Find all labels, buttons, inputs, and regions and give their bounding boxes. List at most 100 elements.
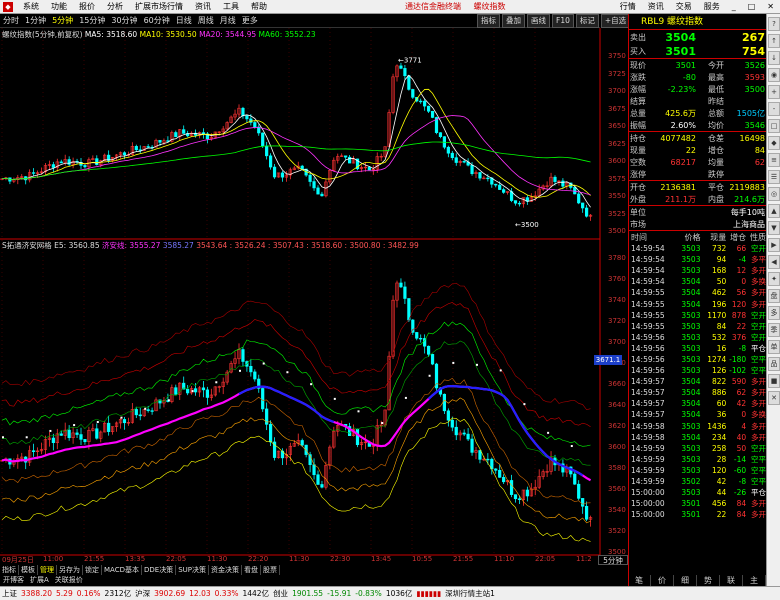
close-icon[interactable]: ✕ [761,0,780,14]
period-tab[interactable]: 分时 [0,15,22,26]
add-watchlist-button[interactable]: +自选 [600,14,631,28]
tab-service[interactable]: 服务 [698,0,726,14]
ask-row: 卖出 3504 267 [629,30,766,44]
ind-tab[interactable]: 指标 [0,565,19,575]
draw-button[interactable]: 画线 [527,14,550,28]
side-tool-icon[interactable]: ▲ [768,204,780,218]
tick-row: 14:59:59 3503 28 -14 空平 [629,454,766,465]
side-tool-icon[interactable]: ◆ [768,136,780,150]
side-tool-icon[interactable]: ↓ [768,51,780,65]
side-tool-icon[interactable]: 季 [768,323,780,337]
menu-item[interactable]: 工具 [217,1,245,12]
mark-button[interactable]: 标记 [575,14,599,28]
period-tab[interactable]: 周线 [195,15,217,26]
market-label: 市场 [630,219,646,229]
period-tab[interactable]: 60分钟 [141,15,173,26]
f10-button[interactable]: F10 [552,14,574,28]
side-tool-icon[interactable]: ≡ [768,153,780,167]
candle-body [138,414,142,417]
menu-item[interactable]: 功能 [45,1,73,12]
menu-item[interactable]: 分析 [101,1,129,12]
side-tool-icon[interactable]: ? [768,17,780,31]
ind-tab[interactable]: 股票 [261,565,280,575]
tick-row: 14:59:54 3504 50 0 多换 [629,276,766,287]
signal-dot [476,363,478,366]
ind-tab[interactable]: 资金决策 [209,565,242,575]
tab-main[interactable]: 主 [743,575,766,586]
menu-item[interactable]: 扩展市场行情 [129,1,189,12]
quote-label: 涨跌 [630,72,646,82]
side-tool-icon[interactable]: - [768,102,780,116]
quote-value: 4077482 [660,133,696,143]
period-tab[interactable]: 日线 [173,15,195,26]
side-tool-icon[interactable]: ◉ [768,68,780,82]
side-tool-icon[interactable]: ✦ [768,272,780,286]
axis-tick-label: 3720 [608,317,626,325]
overlay-button[interactable]: 叠加 [502,14,525,28]
tick-volume: 120 [711,465,727,475]
period-tab[interactable]: 15分钟 [76,15,108,26]
tab-ticks[interactable]: 笔 [628,575,651,586]
period-tab[interactable]: 30分钟 [108,15,140,26]
maximize-icon[interactable]: □ [742,0,762,14]
ind-tab[interactable]: DDE决策 [142,565,177,575]
side-tool-icon[interactable]: + [768,85,780,99]
side-tool-icon[interactable]: ▼ [768,221,780,235]
side-tool-icon[interactable]: ■ [768,374,780,388]
ind-tab[interactable]: MACD基本 [102,565,142,575]
ind-tab[interactable]: 看盘 [242,565,261,575]
candle-body [95,158,99,166]
indicator-button[interactable]: 指标 [477,14,500,28]
side-tool-icon[interactable]: 品 [768,357,780,371]
tab-market[interactable]: 行情 [614,0,642,14]
tab-detail[interactable]: 细 [674,575,697,586]
period-tab-selected[interactable]: 5分钟 [49,15,76,26]
tab-related[interactable]: 联 [720,575,743,586]
period-selector[interactable]: 5分钟 [598,555,628,565]
ind-tab[interactable]: 另存为 [57,565,83,575]
col-oi: 增仓 [730,232,747,242]
axis-tick-label: 3660 [608,380,626,388]
side-tool-icon[interactable]: 盘 [768,289,780,303]
quote-value: 425.6万 [665,108,696,118]
candle-body [470,438,474,453]
side-tool-icon[interactable]: ◎ [768,187,780,201]
tab-trade[interactable]: 交易 [670,0,698,14]
menu-item[interactable]: 系统 [17,1,45,12]
side-tool-icon[interactable]: ☰ [768,170,780,184]
kline-chart[interactable]: ←3771 ←3500 [0,28,628,578]
side-tool-icon[interactable]: □ [768,119,780,133]
candle-body [300,165,304,170]
menu-item[interactable]: 报价 [73,1,101,12]
side-tool-icon[interactable]: ▶ [768,238,780,252]
ind-tab[interactable]: 锁定 [83,565,102,575]
ind-tab[interactable]: SUP决策 [176,565,209,575]
link[interactable]: 开博客 [0,575,27,585]
candle-body [265,145,269,157]
side-tool-icon[interactable]: ◀ [768,255,780,269]
link[interactable]: 扩展A [27,575,52,585]
menu-item[interactable]: 帮助 [245,1,273,12]
tab-news[interactable]: 资讯 [642,0,670,14]
tick-list[interactable]: 14:59:54 3503 732 66 空开 14:59:54 3503 94 -4 多平 14:… [629,243,766,520]
candle-body [577,193,581,204]
side-tool-icon[interactable]: 多 [768,306,780,320]
side-tool-icon[interactable]: ✕ [768,391,780,405]
period-tab[interactable]: 月线 [217,15,239,26]
axis-tick-label: 3525 [608,209,626,218]
tab-price[interactable]: 价 [651,575,674,586]
candle-body [584,207,589,217]
period-tab-more[interactable]: 更多 [239,15,261,26]
link[interactable]: 关联报价 [52,575,86,585]
tab-trend[interactable]: 势 [697,575,720,586]
side-tool-icon[interactable]: 单 [768,340,780,354]
ind-tab[interactable]: 模板 [19,565,38,575]
side-tool-icon[interactable]: ↑ [768,34,780,48]
status-item: 深圳行情主站1 [445,589,495,598]
menu-item[interactable]: 资讯 [189,1,217,12]
tick-type: 多开 [751,432,767,442]
period-tab[interactable]: 1分钟 [22,15,49,26]
ind-tab[interactable]: 管理 [38,565,57,575]
jian-line-down [238,385,335,424]
minimize-icon[interactable]: _ [726,0,742,14]
